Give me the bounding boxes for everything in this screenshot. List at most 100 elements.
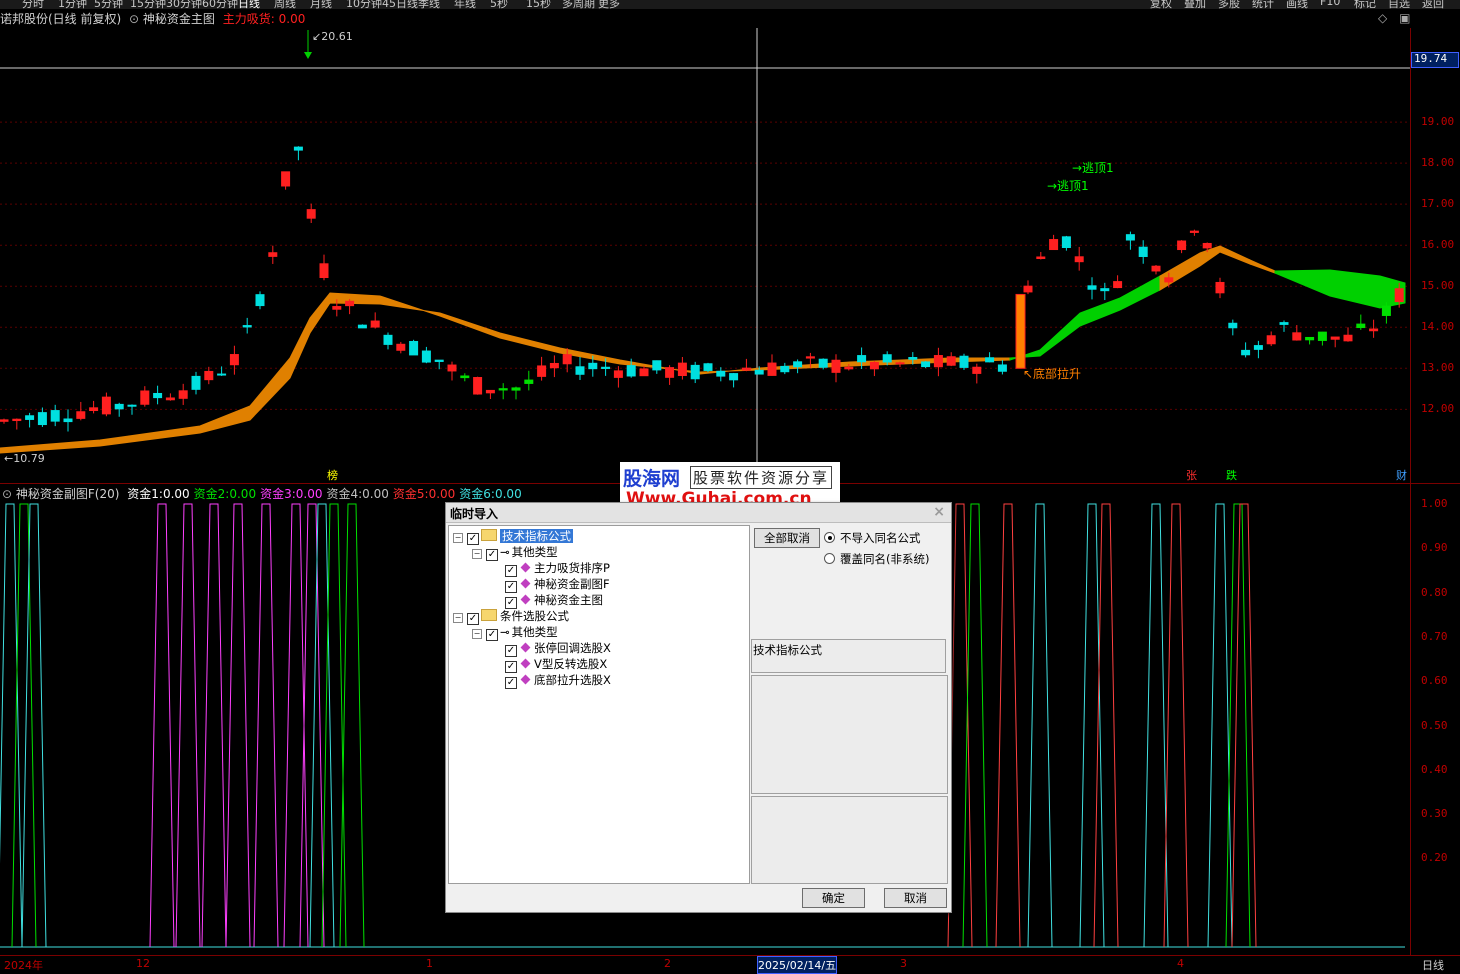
collapse-icon[interactable]: − — [453, 613, 463, 623]
skip-duplicates-radio[interactable]: 不导入同名公式 — [824, 530, 921, 546]
price-tick: 18.00 — [1421, 156, 1455, 170]
tree-node[interactable]: ✓ V型反转选股X — [491, 656, 607, 673]
period-toolbar: 分时 1分钟 5分钟 15分钟 30分钟 60分钟 日线 周线 月线 10分钟 45日线 季线 年线 5秒… — [0, 0, 1460, 9]
period-tab[interactable]: 60分钟 — [202, 0, 238, 9]
candle-body — [921, 361, 931, 368]
fund-spike — [1231, 503, 1257, 948]
formula-tree[interactable]: − ✓ 技术指标公式 − ✓ ⊸ 其他类型 ✓ 主力吸货排序P ✓ 神秘资金副图F ✓ 神秘资金主图 − ✓… — [448, 525, 750, 884]
candle-body — [1253, 345, 1263, 350]
diamond-icon[interactable]: ◇ — [1378, 11, 1387, 25]
tree-node[interactable]: − ✓ ⊸ 其他类型 — [472, 544, 558, 561]
toolbar-button[interactable]: 复权 — [1150, 0, 1172, 9]
brand-text: 股海网 — [623, 468, 681, 490]
candle-body — [332, 306, 342, 310]
candle-body — [370, 320, 380, 328]
fund-spike — [299, 503, 325, 948]
dialog-titlebar[interactable]: 临时导入 × — [446, 503, 951, 523]
tree-node-label: 张停回调选股X — [534, 641, 611, 655]
candle-body — [178, 390, 188, 399]
folder-icon — [481, 529, 497, 541]
period-tab[interactable]: 更多 — [598, 0, 620, 9]
skip-duplicates-label: 不导入同名公式 — [840, 531, 921, 545]
candle-body — [831, 359, 841, 373]
candle-body — [690, 364, 700, 380]
collapse-icon[interactable]: − — [472, 629, 482, 639]
toolbar-button[interactable]: F10 — [1320, 0, 1340, 8]
key-icon: ⊸ — [500, 625, 510, 639]
candle-body — [985, 357, 995, 363]
toolbar-button[interactable]: 多股 — [1218, 0, 1240, 9]
toolbar-button[interactable]: 返回 — [1422, 0, 1444, 9]
candle-body — [1100, 288, 1110, 292]
tree-node[interactable]: ✓ 底部拉升选股X — [491, 672, 611, 689]
period-tab[interactable]: 月线 — [310, 0, 332, 9]
collapse-icon[interactable]: − — [453, 533, 463, 543]
description-panel — [751, 675, 948, 794]
tree-node-label: 条件选股公式 — [500, 609, 569, 623]
event-mark[interactable]: 榜 — [327, 468, 338, 482]
ok-button[interactable]: 确定 — [802, 888, 865, 908]
date-axis: 2024年 12 1 2 2025/02/14/五 3 4 日线 — [0, 955, 1460, 974]
candle-body — [1087, 285, 1097, 290]
tree-node[interactable]: − ✓ ⊸ 其他类型 — [472, 624, 558, 641]
candle-body — [549, 362, 559, 369]
period-tab[interactable]: 周线 — [274, 0, 296, 9]
period-tab[interactable]: 1分钟 — [58, 0, 87, 9]
date-label: 2025/02/14/五 — [757, 956, 838, 974]
tree-node[interactable]: − ✓ 条件选股公式 — [453, 608, 569, 625]
sub-indicator-icon[interactable]: ⊙ — [2, 487, 12, 501]
tree-node-label: 其他类型 — [511, 545, 558, 559]
period-tab[interactable]: 10分钟 — [346, 0, 382, 9]
tree-node[interactable]: ✓ 神秘资金副图F — [491, 576, 610, 593]
period-tab[interactable]: 45日线 — [382, 0, 418, 9]
window-icon[interactable]: ▣ — [1399, 11, 1410, 25]
candle-body — [1202, 242, 1212, 249]
period-tab[interactable]: 多周期 — [562, 0, 595, 9]
price-tick: 19.00 — [1421, 115, 1455, 129]
candle-body — [908, 357, 918, 360]
candle-body — [818, 358, 828, 368]
sub-tick: 0.40 — [1421, 762, 1448, 776]
period-tab[interactable]: 5秒 — [490, 0, 508, 9]
sub-indicator-name[interactable]: 神秘资金副图F(20) — [16, 487, 120, 501]
event-mark[interactable]: 跌 — [1226, 468, 1237, 482]
event-mark[interactable]: 财 — [1396, 468, 1407, 482]
candle-body — [127, 404, 137, 407]
candle-body — [1369, 328, 1379, 332]
period-tab[interactable]: 分时 — [22, 0, 44, 9]
toolbar-button[interactable]: 叠加 — [1184, 0, 1206, 9]
period-tab[interactable]: 5分钟 — [94, 0, 123, 9]
candle-body — [959, 355, 969, 368]
period-tab[interactable]: 15分钟 — [130, 0, 166, 9]
indicator-name[interactable]: 神秘资金主图 — [143, 12, 215, 26]
period-tab[interactable]: 日线 — [238, 0, 260, 9]
cancel-button[interactable]: 取消 — [884, 888, 947, 908]
indicator-dropdown-icon[interactable]: ⊙ — [129, 12, 139, 26]
main-chart-title: 诺邦股份(日线 前复权) ⊙ 神秘资金主图 主力吸货: 0.00 — [0, 10, 305, 28]
candlestick-chart[interactable]: ↙20.61 ←10.79 →逃顶1 →逃顶1 ↖底部拉升榜 张 跌 财 — [0, 28, 1410, 483]
fund-spike — [225, 503, 251, 948]
event-mark[interactable]: 张 — [1186, 469, 1197, 482]
tree-node[interactable]: ✓ 神秘资金主图 — [491, 592, 603, 609]
tree-node[interactable]: ✓ 主力吸货排序P — [491, 560, 610, 577]
toolbar-button[interactable]: 标记 — [1354, 0, 1376, 9]
overwrite-radio[interactable]: 覆盖同名(非系统) — [824, 551, 929, 567]
tree-node[interactable]: ✓ 张停回调选股X — [491, 640, 611, 657]
toolbar-button[interactable]: 统计 — [1252, 0, 1274, 9]
candle-body — [421, 350, 431, 363]
period-tab[interactable]: 季线 — [418, 0, 440, 9]
period-tab[interactable]: 年线 — [454, 0, 476, 9]
period-tab[interactable]: 15秒 — [526, 0, 551, 9]
close-icon[interactable]: × — [933, 504, 945, 520]
checkbox[interactable]: ✓ — [505, 677, 517, 689]
candle-body — [537, 365, 547, 377]
tree-node[interactable]: − ✓ 技术指标公式 — [453, 528, 573, 545]
candle-body — [1023, 285, 1033, 293]
tree-node-label: 主力吸货排序P — [534, 561, 610, 575]
toolbar-button[interactable]: 自选 — [1388, 0, 1410, 9]
cancel-all-button[interactable]: 全部取消 — [754, 528, 820, 548]
toolbar-button[interactable]: 画线 — [1286, 0, 1308, 9]
candle-body — [703, 363, 713, 371]
collapse-icon[interactable]: − — [472, 549, 482, 559]
period-tab[interactable]: 30分钟 — [166, 0, 202, 9]
